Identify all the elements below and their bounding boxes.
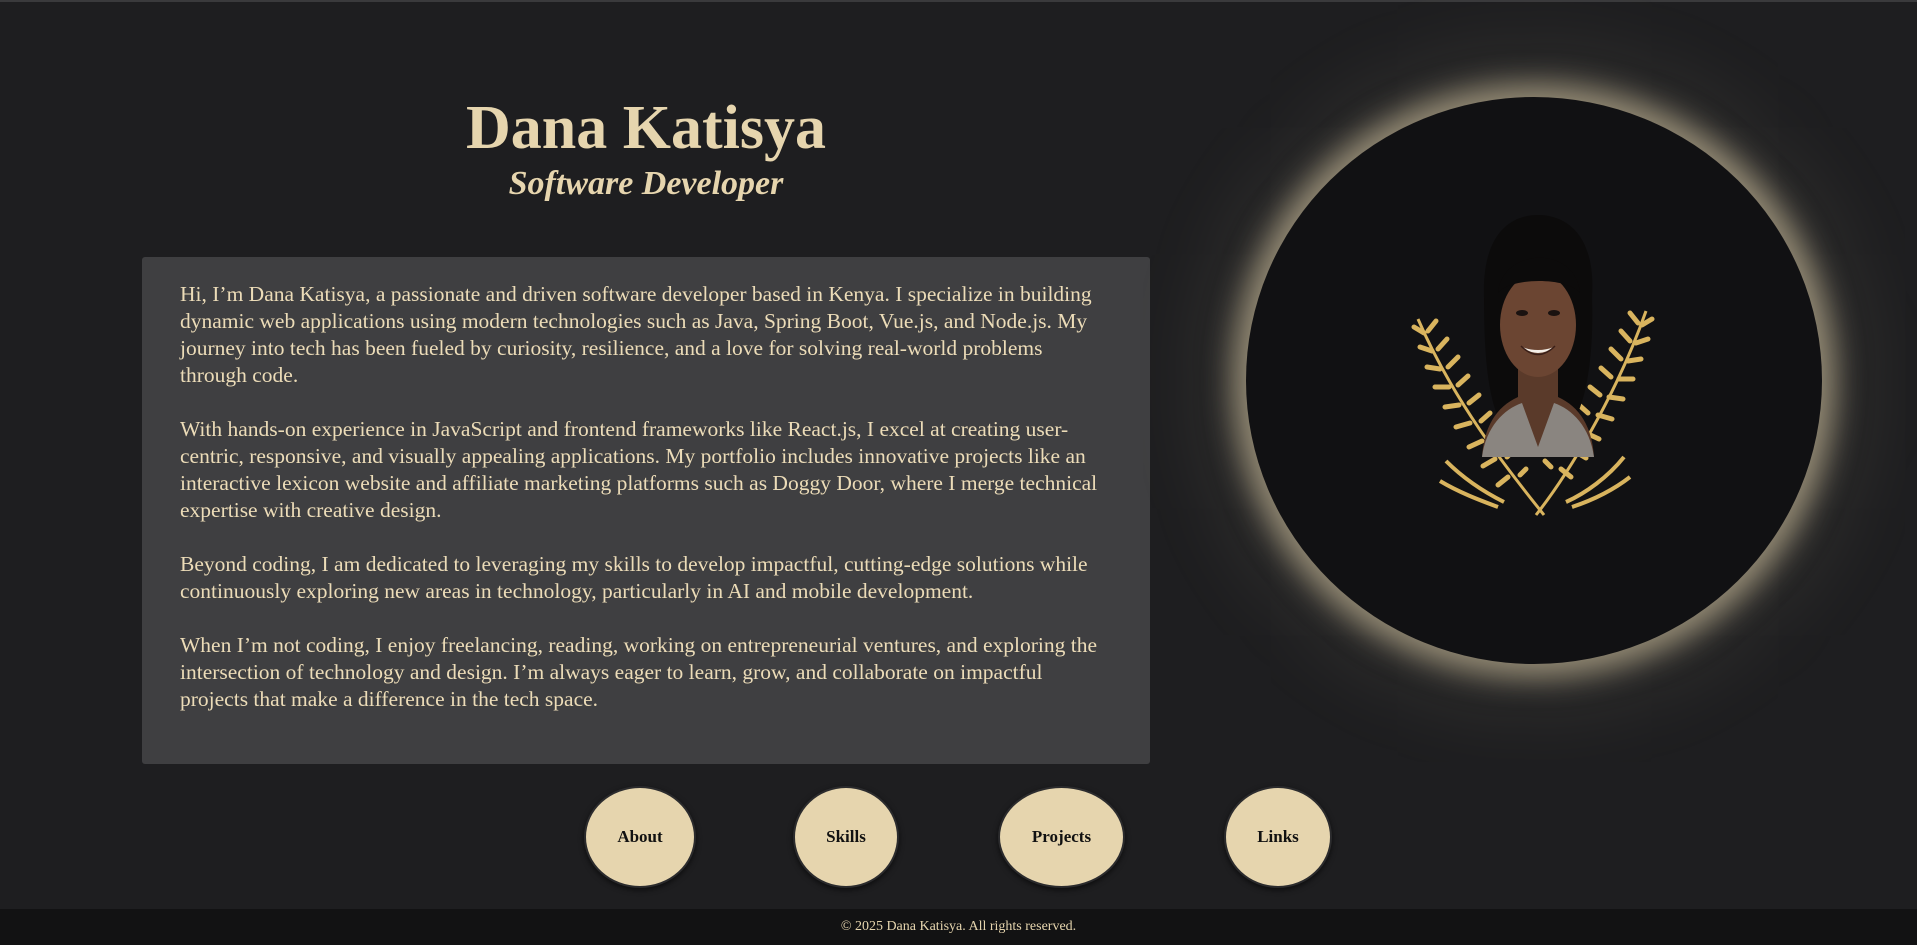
bio-paragraph: With hands-on experience in JavaScript a… [180, 417, 1098, 522]
profile-portrait [1246, 97, 1822, 664]
copyright-text: © 2025 Dana Katisya. All rights reserved… [840, 919, 1077, 934]
page-subtitle: Software Developer [508, 165, 784, 202]
nav-links-button[interactable]: Links [1224, 786, 1332, 888]
nav-skills-button[interactable]: Skills [793, 786, 899, 888]
bio-card: Hi, I’m Dana Katisya, a passionate and d… [142, 257, 1150, 764]
page-title: Dana Katisya [466, 94, 826, 162]
nav-about-button[interactable]: About [584, 786, 696, 888]
page: Dana Katisya Software Developer Hi, I’m … [0, 0, 1917, 945]
bio-paragraph: Hi, I’m Dana Katisya, a passionate and d… [180, 282, 1092, 387]
top-border [0, 0, 1917, 2]
footer: © 2025 Dana Katisya. All rights reserved… [0, 909, 1917, 945]
bio-paragraph: When I’m not coding, I enjoy freelancing… [180, 633, 1098, 711]
nav-projects-button[interactable]: Projects [998, 786, 1125, 888]
profile-photo-icon [1411, 215, 1655, 516]
bio-paragraph: Beyond coding, I am dedicated to leverag… [180, 552, 1088, 603]
